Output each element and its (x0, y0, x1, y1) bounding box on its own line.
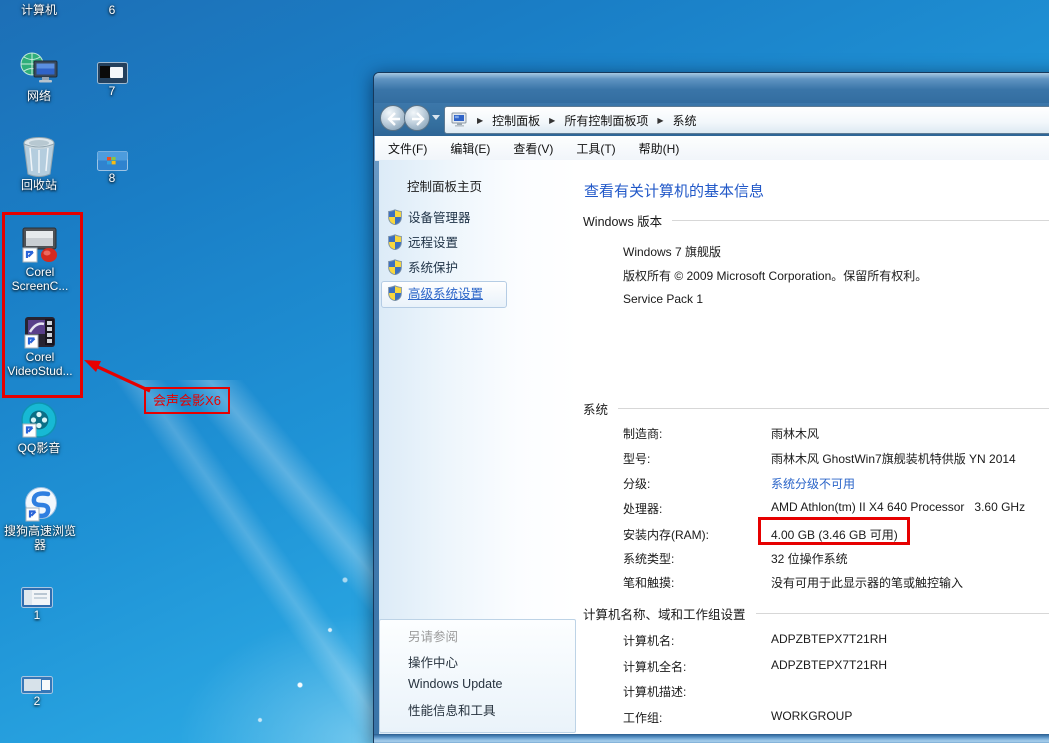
menu-bar: 文件(F) 编辑(E) 查看(V) 工具(T) 帮助(H) (375, 136, 1049, 161)
recycle-bin-icon (20, 136, 58, 178)
image-thumbnail-icon (21, 587, 53, 608)
window-titlebar[interactable] (374, 73, 1049, 104)
menu-view[interactable]: 查看(V) (510, 138, 556, 159)
desktop-icon-qq-player[interactable]: QQ影音 (7, 401, 71, 455)
section-rule (756, 613, 1049, 614)
sidebar-item-action-center[interactable]: 操作中心 (408, 652, 458, 671)
section-rule (618, 408, 1049, 409)
icon-label: 网络 (10, 89, 68, 103)
section-rule (672, 220, 1049, 221)
recent-pages-dropdown[interactable] (432, 115, 440, 120)
section-header-system: 系统 (583, 399, 1049, 418)
uac-shield-icon (388, 234, 402, 250)
desktop-icon-6[interactable]: 6 (90, 3, 134, 17)
navigation-bar: ▶ 控制面板 ▶ 所有控制面板项 ▶ 系统 (374, 103, 1049, 136)
icon-label: 8 (90, 171, 134, 185)
page-title: 查看有关计算机的基本信息 (584, 180, 764, 201)
row-computer-description: 计算机描述: (578, 683, 1049, 699)
section-header-computer-name: 计算机名称、域和工作组设置 (583, 604, 1049, 623)
sidebar: 控制面板主页 设备管理器 (379, 160, 578, 734)
breadcrumb-separator: ▶ (657, 116, 663, 125)
row-model: 型号:雨林木风 GhostWin7旗舰装机特供版 YN 2014 (578, 450, 1049, 466)
row-manufacturer: 制造商:雨林木风 (578, 425, 1049, 441)
forward-button[interactable] (404, 105, 430, 131)
breadcrumb-separator: ▶ (477, 116, 483, 125)
system-window: ▶ 控制面板 ▶ 所有控制面板项 ▶ 系统 文件(F) 编辑(E) 查看(V) … (373, 72, 1049, 743)
icon-label: 6 (90, 3, 134, 17)
icon-label: 1 (15, 608, 59, 622)
sidebar-item-advanced-system-settings[interactable]: 高级系统设置 (388, 283, 483, 302)
desktop: 计算机 6 网络 7 回收站 (0, 0, 1049, 743)
desktop-icon-8[interactable]: 8 (90, 151, 134, 185)
window-bottom-frame (374, 734, 1049, 743)
sogou-browser-icon (21, 486, 59, 524)
system-location-icon (451, 112, 468, 128)
image-thumbnail-icon (21, 676, 53, 694)
icon-label: 7 (90, 84, 134, 98)
network-icon (19, 50, 59, 89)
row-workgroup: 工作组:WORKGROUP (578, 709, 1049, 725)
uac-shield-icon (388, 285, 402, 301)
icon-label: QQ影音 (7, 441, 71, 455)
desktop-icon-2[interactable]: 2 (15, 676, 59, 708)
window-body: 控制面板主页 设备管理器 (379, 160, 1049, 734)
back-button[interactable] (380, 105, 406, 131)
row-rating: 分级:系统分级不可用 (578, 475, 1049, 491)
desktop-icon-network[interactable]: 网络 (10, 50, 68, 103)
forward-arrow-icon (410, 112, 426, 126)
sidebar-item-label: 设备管理器 (408, 207, 471, 226)
address-bar[interactable]: ▶ 控制面板 ▶ 所有控制面板项 ▶ 系统 (444, 106, 1049, 134)
row-computer-full-name: 计算机全名:ADPZBTEPX7T21RH (578, 658, 1049, 674)
copyright-text: 版权所有 © 2009 Microsoft Corporation。保留所有权利… (623, 267, 927, 284)
sidebar-item-device-manager[interactable]: 设备管理器 (388, 207, 471, 226)
icon-label: 器 (0, 538, 86, 552)
sidebar-item-system-protection[interactable]: 系统保护 (388, 257, 458, 276)
back-arrow-icon (386, 112, 402, 126)
menu-help[interactable]: 帮助(H) (636, 138, 683, 159)
sidebar-item-label: 高级系统设置 (408, 283, 483, 302)
row-system-type: 系统类型:32 位操作系统 (578, 550, 1049, 566)
breadcrumb-control-panel[interactable]: 控制面板 (492, 112, 540, 129)
icon-label: 回收站 (9, 178, 69, 192)
menu-tools[interactable]: 工具(T) (573, 138, 618, 159)
row-processor: 处理器:AMD Athlon(tm) II X4 640 Processor 3… (578, 500, 1049, 516)
annotation-box-corel-icons (2, 212, 83, 398)
image-thumbnail-icon (97, 62, 128, 84)
annotation-box-ram (758, 517, 910, 545)
sidebar-item-performance-tools[interactable]: 性能信息和工具 (408, 700, 496, 719)
rating-unavailable-link[interactable]: 系统分级不可用 (771, 475, 855, 492)
main-panel: 查看有关计算机的基本信息 Windows 版本 Windows 7 旗舰版 版权… (578, 160, 1049, 734)
service-pack-text: Service Pack 1 (623, 292, 703, 306)
uac-shield-icon (388, 209, 402, 225)
icon-label: 计算机 (8, 3, 70, 17)
breadcrumb-system[interactable]: 系统 (673, 112, 697, 129)
breadcrumb-separator: ▶ (549, 116, 555, 125)
desktop-icon-7[interactable]: 7 (90, 62, 134, 98)
desktop-icon-sogou-browser[interactable]: 搜狗高速浏览 器 (0, 486, 86, 552)
sidebar-item-label: 系统保护 (408, 257, 458, 276)
annotation-callout: 会声会影X6 (144, 387, 230, 414)
menu-file[interactable]: 文件(F) (385, 138, 430, 159)
sidebar-item-label: 远程设置 (408, 232, 458, 251)
sidebar-item-control-panel-home[interactable]: 控制面板主页 (407, 176, 482, 195)
breadcrumb-all-items[interactable]: 所有控制面板项 (564, 112, 648, 129)
image-thumbnail-icon (97, 151, 128, 171)
row-pen-touch: 笔和触摸:没有可用于此显示器的笔或触控输入 (578, 574, 1049, 590)
row-computer-name: 计算机名:ADPZBTEPX7T21RH (578, 632, 1049, 648)
sidebar-item-windows-update[interactable]: Windows Update (408, 677, 503, 691)
icon-label: 搜狗高速浏览 (0, 524, 86, 538)
desktop-icon-1[interactable]: 1 (15, 587, 59, 622)
sidebar-item-remote-settings[interactable]: 远程设置 (388, 232, 458, 251)
see-also-title: 另请参阅 (408, 626, 458, 645)
section-header-windows-version: Windows 版本 (583, 211, 1049, 230)
desktop-icon-recycle-bin[interactable]: 回收站 (9, 136, 69, 192)
uac-shield-icon (388, 259, 402, 275)
icon-label: 2 (15, 694, 59, 708)
see-also-box: 另请参阅 操作中心 Windows Update 性能信息和工具 (379, 619, 576, 733)
qq-player-icon (19, 401, 59, 441)
desktop-icon-computer[interactable]: 计算机 (8, 3, 70, 17)
windows-edition-text: Windows 7 旗舰版 (623, 243, 721, 260)
menu-edit[interactable]: 编辑(E) (447, 138, 493, 159)
